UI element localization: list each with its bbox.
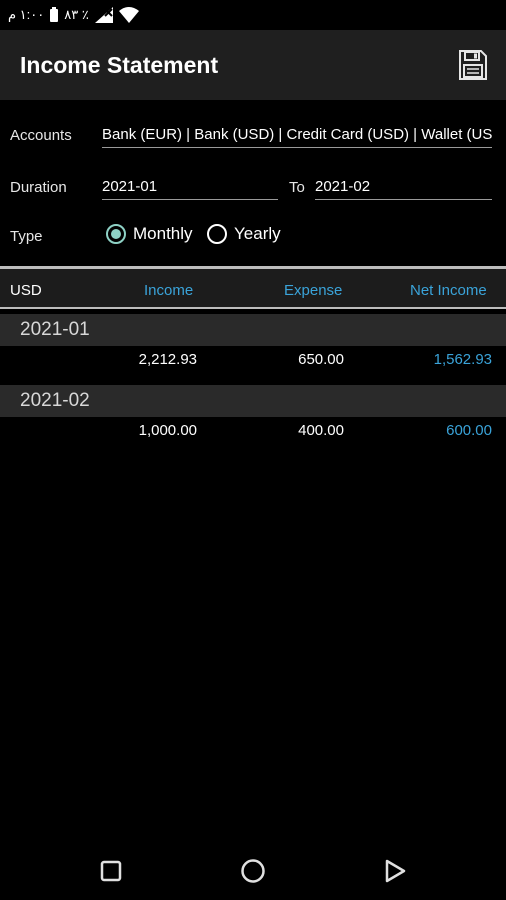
system-nav-bar: [0, 840, 506, 900]
period-header: 2021-02: [0, 385, 506, 417]
app-bar: Income Statement: [0, 30, 506, 100]
status-bar: ١:٠٠ م ٨٣ ٪: [0, 0, 506, 30]
table-row[interactable]: 2,212.93 650.00 1,562.93: [0, 346, 506, 374]
duration-to-field[interactable]: 2021-02: [315, 178, 492, 200]
radio-yearly[interactable]: Yearly: [207, 224, 281, 244]
radio-unchecked-icon: [207, 224, 227, 244]
net-income-cell: 600.00: [446, 422, 492, 439]
type-label: Type: [10, 228, 43, 245]
radio-monthly-label: Monthly: [133, 224, 193, 243]
back-triangle-icon: [385, 859, 406, 883]
page-title: Income Statement: [20, 51, 219, 78]
accounts-row: Accounts Bank (EUR) | Bank (USD) | Credi…: [0, 122, 506, 162]
radio-checked-icon: [106, 224, 126, 244]
wifi-icon: [118, 7, 139, 23]
duration-row: Duration 2021-01 To 2021-02: [0, 174, 506, 214]
table-header: USD Income Expense Net Income: [0, 266, 506, 309]
save-button[interactable]: [456, 48, 490, 82]
accounts-field[interactable]: Bank (EUR) | Bank (USD) | Credit Card (U…: [102, 126, 492, 148]
floppy-disk-icon: [459, 50, 487, 80]
home-circle-icon: [241, 859, 265, 883]
accounts-label: Accounts: [10, 127, 72, 144]
status-time: ١:٠٠ م: [8, 7, 45, 22]
radio-yearly-label: Yearly: [234, 224, 281, 243]
expense-cell: 400.00: [298, 422, 344, 439]
column-header-currency: USD: [10, 282, 42, 299]
duration-from-field[interactable]: 2021-01: [102, 178, 278, 200]
radio-monthly[interactable]: Monthly: [106, 224, 193, 244]
no-signal-icon: [94, 7, 113, 23]
battery-icon: [50, 6, 59, 22]
to-label: To: [289, 179, 305, 196]
net-income-cell: 1,562.93: [433, 351, 492, 368]
period-header: 2021-01: [0, 314, 506, 346]
back-button[interactable]: [382, 858, 408, 884]
battery-percent: ٨٣ ٪: [64, 7, 89, 22]
income-cell: 2,212.93: [138, 351, 197, 368]
duration-label: Duration: [10, 179, 67, 196]
table-row[interactable]: 1,000.00 400.00 600.00: [0, 417, 506, 445]
column-header-expense: Expense: [284, 282, 343, 299]
income-cell: 1,000.00: [138, 422, 197, 439]
recents-button[interactable]: [98, 858, 124, 884]
recents-square-icon: [100, 860, 122, 882]
type-row: Type Monthly Yearly: [0, 220, 506, 260]
expense-cell: 650.00: [298, 351, 344, 368]
column-header-net-income: Net Income: [410, 282, 487, 299]
home-button[interactable]: [240, 858, 266, 884]
column-header-income: Income: [144, 282, 194, 299]
